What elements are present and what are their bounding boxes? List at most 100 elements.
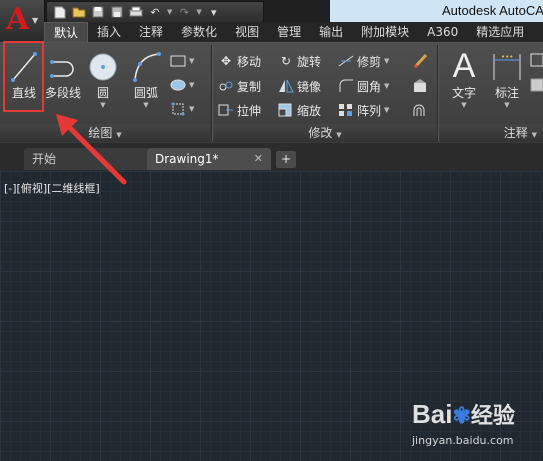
fillet-label: 圆角	[357, 79, 382, 94]
table-icon	[528, 77, 543, 93]
hatch-icon	[170, 77, 186, 93]
polyline-button[interactable]: 多段线	[43, 50, 83, 101]
polyline-icon	[50, 60, 74, 78]
array-icon	[338, 102, 354, 118]
leader-button[interactable]	[528, 52, 543, 70]
tab-default[interactable]: 默认	[44, 22, 89, 42]
open-folder-icon[interactable]	[72, 5, 86, 19]
paw-icon: ✾	[452, 403, 471, 428]
tab-output[interactable]: 输出	[310, 22, 352, 42]
undo-icon[interactable]: ↶	[148, 5, 162, 19]
modify-panel-label: 修改	[308, 126, 333, 140]
redo-dropdown-icon[interactable]: ▼	[196, 8, 201, 16]
move-icon: ✥	[220, 54, 232, 68]
tab-manage[interactable]: 管理	[268, 22, 310, 42]
stretch-icon	[218, 102, 234, 118]
watermark-brand-suffix: 经验	[470, 403, 515, 428]
mirror-button[interactable]: 镜像	[278, 77, 321, 95]
text-icon: A	[452, 47, 476, 85]
annotation-panel-label: 注释	[503, 126, 528, 140]
tab-featured-apps[interactable]: 精选应用	[467, 22, 533, 42]
arc-icon	[133, 52, 161, 82]
dimension-button[interactable]: ••• 标注 ▼	[489, 50, 525, 109]
application-menu-button[interactable]: A ▼	[0, 0, 45, 40]
chevron-down-icon[interactable]: ▼	[189, 105, 194, 113]
dimension-icon: •••	[493, 53, 521, 80]
ribbon-tabs: 默认 插入 注释 参数化 视图 管理 输出 附加模块 A360 精选应用	[44, 22, 543, 42]
trim-button[interactable]: 修剪 ▼	[338, 52, 389, 70]
dimension-label: 标注	[494, 86, 519, 100]
rotate-button[interactable]: ↻ 旋转	[278, 52, 321, 70]
hatch-button[interactable]: ▼	[170, 76, 194, 94]
tab-drawing1[interactable]: Drawing1* ✕	[147, 148, 271, 170]
watermark-url: jingyan.baidu.com	[412, 434, 514, 447]
move-button[interactable]: ✥ 移动	[218, 52, 261, 70]
boundary-button[interactable]: ▼	[170, 100, 194, 118]
chevron-down-icon: ▼	[32, 16, 39, 25]
erase-button[interactable]	[412, 52, 428, 70]
rotate-label: 旋转	[297, 54, 322, 69]
new-file-icon[interactable]	[53, 5, 67, 19]
tab-annotate[interactable]: 注释	[130, 22, 172, 42]
table-button[interactable]	[528, 76, 543, 94]
new-tab-button[interactable]: +	[276, 151, 296, 168]
text-dropdown-icon[interactable]: ▼	[444, 101, 484, 109]
trim-label: 修剪	[357, 54, 382, 69]
dimension-dropdown-icon[interactable]: ▼	[489, 101, 525, 109]
chevron-down-icon[interactable]: ▼	[384, 82, 389, 90]
array-button[interactable]: 阵列 ▼	[338, 101, 389, 119]
offset-button[interactable]	[412, 101, 428, 119]
copy-button[interactable]: 复制	[218, 77, 261, 95]
mirror-icon	[278, 78, 294, 94]
quick-access-toolbar: ↶ ▼ ↷ ▼ ▾	[46, 1, 264, 23]
fillet-icon	[338, 78, 354, 94]
panel-divider	[211, 45, 212, 142]
tab-insert[interactable]: 插入	[88, 22, 130, 42]
chevron-down-icon[interactable]: ▼	[384, 57, 389, 65]
rectangle-button[interactable]: ▼	[170, 52, 194, 70]
copy-icon	[218, 78, 234, 94]
close-icon[interactable]: ✕	[254, 148, 263, 170]
scale-icon	[278, 102, 294, 118]
panel-divider	[437, 45, 438, 142]
print-icon[interactable]	[129, 5, 143, 19]
fillet-button[interactable]: 圆角 ▼	[338, 77, 389, 95]
copy-label: 复制	[237, 79, 262, 94]
plus-icon: +	[280, 152, 292, 166]
tab-addins[interactable]: 附加模块	[352, 22, 418, 42]
text-button[interactable]: A 文字 ▼	[444, 48, 484, 109]
svg-text:•••: •••	[501, 53, 513, 61]
modify-panel-title[interactable]: 修改 ▼	[213, 124, 437, 142]
autocad-logo-icon: A	[6, 2, 30, 37]
chevron-down-icon[interactable]: ▼	[189, 57, 194, 65]
boundary-icon	[170, 101, 186, 117]
stretch-button[interactable]: 拉伸	[218, 101, 261, 119]
save-as-icon[interactable]	[110, 5, 124, 19]
chevron-down-icon[interactable]: ▼	[384, 106, 389, 114]
circle-button[interactable]: 圆 ▼	[85, 50, 121, 109]
highlight-box	[3, 41, 44, 112]
scale-button[interactable]: 缩放	[278, 101, 321, 119]
scale-label: 缩放	[297, 103, 322, 118]
rectangle-icon	[170, 53, 186, 69]
tab-view[interactable]: 视图	[226, 22, 268, 42]
tab-drawing1-label: Drawing1*	[155, 152, 219, 166]
save-icon[interactable]	[91, 5, 105, 19]
tab-parametric[interactable]: 参数化	[172, 22, 226, 42]
explode-button[interactable]	[412, 77, 428, 95]
baidu-watermark: Bai✾经验 jingyan.baidu.com	[412, 398, 540, 458]
arc-button[interactable]: 圆弧 ▼	[128, 50, 164, 109]
text-label: 文字	[451, 86, 476, 100]
offset-icon	[412, 102, 428, 118]
annotation-panel-title[interactable]: 注释 ▼	[439, 124, 543, 142]
array-label: 阵列	[357, 103, 382, 118]
customize-toolbar-icon[interactable]: ▾	[207, 5, 221, 19]
chevron-down-icon: ▼	[336, 131, 342, 139]
redo-icon[interactable]: ↷	[177, 5, 191, 19]
leader-icon	[528, 53, 543, 69]
tab-a360[interactable]: A360	[418, 22, 467, 42]
undo-dropdown-icon[interactable]: ▼	[167, 8, 172, 16]
stretch-label: 拉伸	[237, 103, 262, 118]
rotate-icon: ↻	[280, 54, 292, 68]
chevron-down-icon[interactable]: ▼	[189, 81, 194, 89]
